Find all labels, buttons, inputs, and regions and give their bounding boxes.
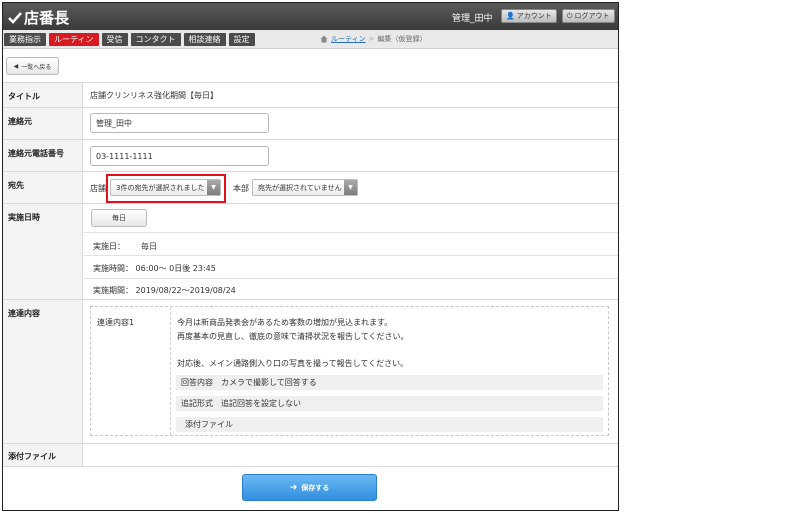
schedule-period-line: 実施期間： 2019/08/22～2019/08/24 [84,278,618,300]
hq-destination-select[interactable]: 宛先が選択されていません ▼ [252,179,358,196]
power-icon: ⏻ [567,11,573,20]
contact-input[interactable]: 管理_田中 [90,113,269,133]
schedule-day-value: 毎日 [141,242,157,251]
destination-label: 宛先 [8,181,24,190]
title-value: 店舗クリンリネス強化期間【毎日】 [90,91,218,100]
tab-1[interactable]: ルーティン [49,33,99,46]
app-logo[interactable]: 店番長 [8,7,69,28]
chevron-down-icon: ▼ [344,180,357,195]
tab-4[interactable]: 相談連絡 [183,33,226,46]
contents-label: 連達内容 [8,309,40,318]
hq-destination-value: 宛先が選択されていません [258,183,342,192]
schedule-time: 実施時間： 06:00～ 0日後 23:45 [93,264,216,273]
phone-label-cell: 連絡元電話番号 [3,140,83,171]
tab-5[interactable]: 設定 [228,33,255,46]
logout-label: ログアウト [574,12,610,20]
contents-divider [170,307,171,435]
nav-tabs: 業務指示 ルーティン 受信 コンタクト 相談連絡 設定 [4,33,258,46]
daily-button[interactable]: 毎日 [91,209,147,227]
contact-label: 連絡元 [8,117,32,126]
app-window: 店番長 管理_田中 👤 アカウント ⏻ ログアウト 業務指示 ルーティン 受信 コンタ… [2,2,619,511]
contents-line-2: 再度基本の見直し、徹底の意味で清掃状況を報告してください。 [177,332,409,341]
breadcrumb-link[interactable]: ルーティン [331,34,366,44]
account-label: アカウント [516,12,552,20]
contents-box: 連達内容1 今月は新商品発表会があるため客数の増加が見込まれます。 再度基本の見… [90,306,609,436]
left-arrow-icon: ◀ [13,62,19,70]
title-label-cell: タイトル [3,83,83,107]
contents-item-label: 連達内容1 [97,318,135,327]
contents-row: 連達内容 連達内容1 今月は新商品発表会があるため客数の増加が見込まれます。 再… [3,299,618,443]
schedule-time-line: 実施時間： 06:00～ 0日後 23:45 [84,255,618,278]
answer-type-key: 回答内容 [181,378,213,387]
home-icon[interactable] [320,35,328,43]
contents-label-cell: 連達内容 [3,300,83,443]
phone-value-cell: 03-1111-1111 [84,140,618,171]
tab-3[interactable]: コンタクト [130,33,181,46]
main-nav: 業務指示 ルーティン 受信 コンタクト 相談連絡 設定 ルーティン > 編集（仮登録） [3,30,618,49]
destination-label-cell: 宛先 [3,172,83,203]
save-button[interactable]: ➜ 保存する [242,474,377,501]
logout-button[interactable]: ⏻ ログアウト [562,9,615,23]
schedule-row: 実施日時 毎日 実施日： 毎日 実施時間： 06:00～ 0日後 23:45 実… [3,203,618,299]
destination-value-cell: 店舗 3件の宛先が選択されました ▼ 本部 宛先が選択されていません ▼ [84,172,618,203]
answer-type-value: カメラで撮影して回答する [221,378,317,387]
check-logo-icon [8,11,22,24]
person-icon: 👤 [506,12,515,20]
schedule-day-line: 実施日： 毎日 [84,232,618,255]
phone-row: 連絡元電話番号 03-1111-1111 [3,139,618,171]
highlight-box [106,174,226,203]
contents-attachment-label: 添付ファイル [185,420,233,429]
tab-0[interactable]: 業務指示 [4,33,46,46]
save-label: 保存する [301,483,330,492]
back-label: 一覧へ戻る [21,63,52,71]
contents-attachment-row: 添付ファイル [176,417,603,432]
arrow-right-icon: ➜ [289,482,298,493]
title-label: タイトル [8,92,40,101]
append-format-row: 追記形式 追記回答を設定しない [176,396,603,411]
top-header: 店番長 管理_田中 👤 アカウント ⏻ ログアウト [3,3,618,30]
schedule-day-label: 実施日： [93,242,125,251]
account-button[interactable]: 👤 アカウント [501,9,557,23]
hq-label: 本部 [233,184,249,193]
breadcrumb-separator: > [368,35,375,43]
logo-text: 店番長 [24,9,70,27]
schedule-period: 実施期間： 2019/08/22～2019/08/24 [93,286,236,295]
contents-line-1: 今月は新商品発表会があるため客数の増加が見込まれます。 [177,318,393,327]
back-to-list-button[interactable]: ◀ 一覧へ戻る [6,57,59,75]
attachment-value-cell[interactable] [84,444,618,466]
schedule-label: 実施日時 [8,213,40,222]
contact-label-cell: 連絡元 [3,108,83,139]
attachment-label: 添付ファイル [8,452,56,461]
contents-line-3: 対応後、メイン通路側入り口の写真を撮って報告してください。 [177,359,409,368]
breadcrumb-current: 編集（仮登録） [377,35,427,43]
store-label: 店舗 [90,184,106,193]
append-format-value: 追記回答を設定しない [221,399,301,408]
append-format-key: 追記形式 [181,399,213,408]
contact-value-cell: 管理_田中 [84,108,618,139]
contents-value-cell: 連達内容1 今月は新商品発表会があるため客数の増加が見込まれます。 再度基本の見… [84,300,618,443]
phone-label: 連絡元電話番号 [8,149,64,158]
title-row: タイトル 店舗クリンリネス強化期間【毎日】 [3,82,618,107]
title-value-cell: 店舗クリンリネス強化期間【毎日】 [84,83,618,107]
contact-row: 連絡元 管理_田中 [3,107,618,139]
user-name: 管理_田中 [452,14,493,24]
schedule-label-cell: 実施日時 [3,204,83,299]
tab-2[interactable]: 受信 [101,33,128,46]
phone-input[interactable]: 03-1111-1111 [90,146,269,166]
attachment-label-cell: 添付ファイル [3,444,83,466]
attachment-row: 添付ファイル [3,443,618,467]
breadcrumb: ルーティン > 編集（仮登録） [320,34,426,44]
destination-row: 宛先 店舗 3件の宛先が選択されました ▼ 本部 宛先が選択されていません ▼ [3,171,618,203]
answer-type-row: 回答内容 カメラで撮影して回答する [176,375,603,390]
